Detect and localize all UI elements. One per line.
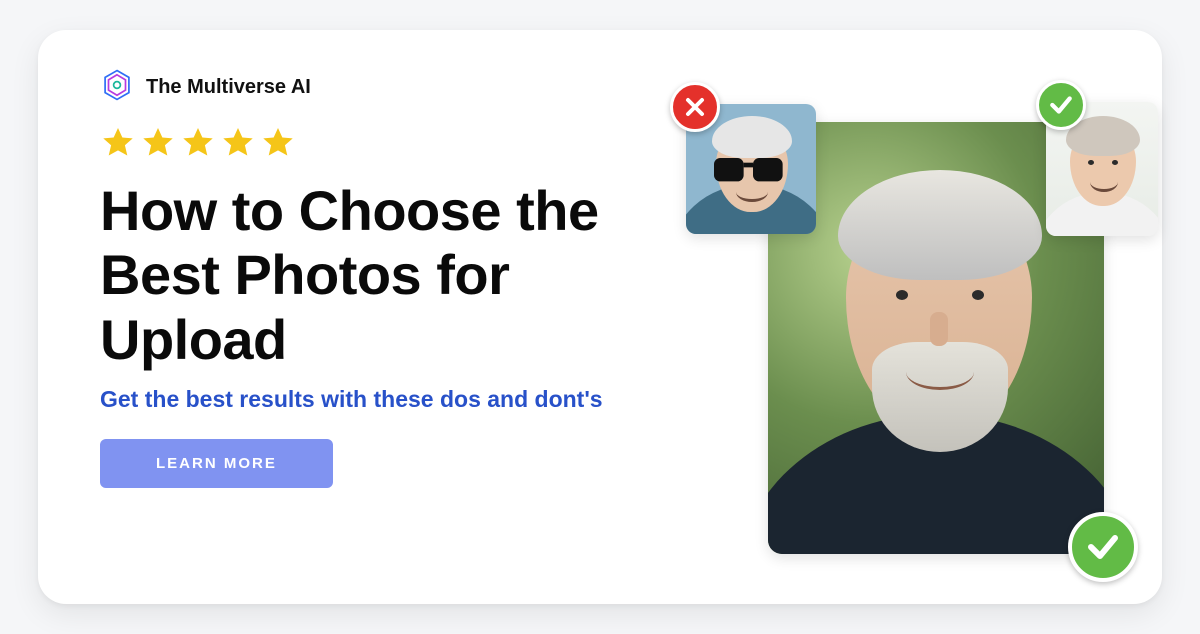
- subheadline: Get the best results with these dos and …: [100, 386, 660, 413]
- headline: How to Choose the Best Photos for Upload: [100, 179, 660, 372]
- star-icon: [100, 125, 136, 161]
- promo-card: The Multiverse AI How to Choose the Best…: [38, 30, 1162, 604]
- x-badge-icon: [670, 82, 720, 132]
- check-badge-icon: [1036, 80, 1086, 130]
- brand-name: The Multiverse AI: [146, 76, 311, 99]
- photo-collage: [668, 60, 1154, 578]
- star-icon: [220, 125, 256, 161]
- star-icon: [140, 125, 176, 161]
- brand-logo-icon: [100, 68, 134, 107]
- star-icon: [260, 125, 296, 161]
- star-icon: [180, 125, 216, 161]
- brand-row: The Multiverse AI: [100, 68, 660, 107]
- rating-stars: [100, 125, 660, 161]
- check-badge-large-icon: [1068, 512, 1138, 582]
- left-column: The Multiverse AI How to Choose the Best…: [100, 68, 660, 488]
- learn-more-button[interactable]: LEARN MORE: [100, 439, 333, 488]
